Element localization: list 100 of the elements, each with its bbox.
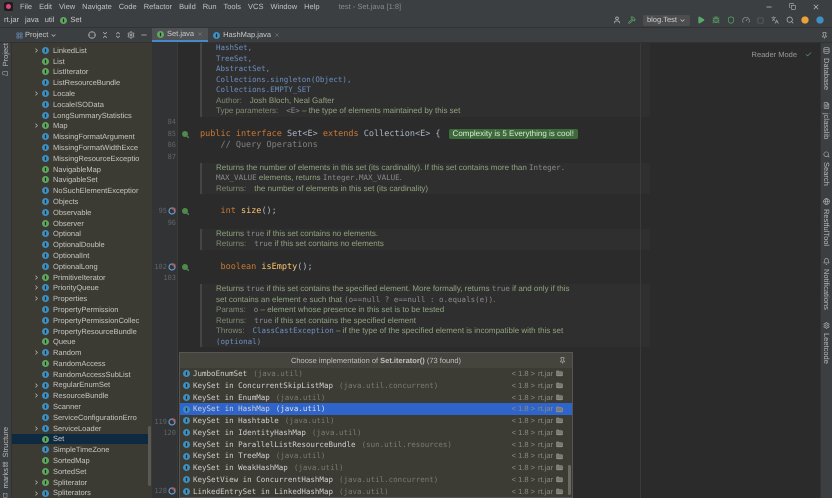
class-icon [42, 112, 49, 119]
interface-icon [42, 360, 49, 367]
class-icon [183, 476, 190, 483]
class-icon [42, 446, 49, 454]
code-line: // Query Operations [219, 139, 318, 152]
profiler-icon[interactable] [742, 16, 750, 24]
class-icon [183, 417, 190, 424]
interface-icon [42, 166, 49, 173]
library-icon [556, 417, 563, 424]
code-line: int size(); [219, 205, 277, 218]
globe-icon [823, 198, 830, 206]
grid-icon [16, 32, 23, 38]
interface-icon [42, 122, 49, 130]
bell-icon [823, 258, 830, 266]
class-icon [183, 394, 190, 401]
close-icon[interactable] [812, 2, 820, 10]
class-icon [213, 32, 220, 38]
search-icon [823, 151, 830, 158]
class-icon [42, 133, 49, 140]
class-icon [183, 370, 190, 378]
class-icon [42, 392, 49, 400]
class-icon [42, 208, 49, 216]
class-icon [42, 284, 49, 292]
interface-icon [60, 16, 68, 24]
class-icon [42, 295, 49, 302]
library-icon [556, 429, 563, 436]
library-icon [556, 452, 563, 460]
class-icon [42, 403, 49, 410]
library-icon [556, 394, 563, 401]
app-logo-icon [4, 2, 13, 11]
settings-icon[interactable] [127, 31, 135, 39]
check-icon [805, 51, 812, 58]
class-icon [42, 252, 49, 260]
run-icon[interactable] [697, 16, 705, 24]
interface-icon [42, 338, 49, 346]
bookmark-icon [2, 492, 8, 498]
search-icon[interactable] [786, 16, 794, 24]
class-icon [42, 414, 49, 421]
class-icon [42, 370, 49, 378]
library-icon [556, 382, 563, 390]
library-icon [556, 488, 563, 495]
interface-icon [42, 436, 49, 443]
class-icon [42, 262, 49, 270]
gear-icon [823, 322, 830, 330]
class-icon [183, 440, 190, 448]
debug-icon[interactable] [712, 16, 720, 24]
class-icon [42, 382, 49, 389]
document-icon [823, 102, 830, 110]
scrollbar-thumb[interactable] [148, 426, 151, 486]
class-icon [183, 488, 190, 495]
class-icon [42, 144, 49, 152]
interface-icon [42, 220, 49, 227]
class-icon [42, 90, 49, 98]
class-icon [42, 187, 49, 194]
interface-icon [42, 457, 49, 464]
code-line: public interface Set<E> extends Collection<E> { [200, 128, 441, 140]
locate-icon[interactable] [88, 31, 96, 39]
library-icon [556, 440, 563, 448]
interface-icon [42, 478, 49, 486]
class-icon [183, 464, 190, 472]
code-line: boolean isEmpty(); [219, 260, 313, 273]
pin-icon[interactable] [821, 32, 828, 38]
doc-text: Returns: the number of elements in this set (its cardinality) [200, 184, 650, 194]
interface-icon [42, 58, 49, 65]
library-icon [556, 406, 563, 413]
coverage-icon[interactable] [727, 16, 735, 24]
library-icon [556, 464, 563, 472]
class-icon [42, 100, 49, 108]
class-icon [183, 452, 190, 460]
expand-icon[interactable] [114, 31, 122, 39]
class-icon [183, 406, 190, 413]
structure-icon [2, 462, 8, 468]
class-icon [42, 46, 49, 54]
complexity-badge: Complexity is 5 Everything is cool! [448, 128, 578, 139]
caret-icon [679, 16, 686, 24]
class-icon [42, 424, 49, 432]
class-icon [42, 230, 49, 238]
class-icon [42, 490, 49, 497]
caret-icon [50, 32, 58, 38]
class-icon [42, 328, 49, 335]
class-icon [42, 306, 49, 314]
pin-icon[interactable] [559, 357, 566, 364]
interface-icon [157, 30, 164, 38]
restore-icon[interactable] [789, 3, 796, 10]
doc-text: Author: Josh Bloch, Neal Gafter [200, 96, 650, 106]
close-icon[interactable] [274, 32, 280, 38]
interface-icon [42, 176, 49, 184]
class-icon [42, 241, 49, 248]
class-icon [42, 198, 49, 206]
hammer-icon[interactable] [628, 16, 636, 24]
class-icon [183, 382, 190, 390]
translate-icon[interactable] [771, 16, 779, 24]
database-icon [823, 47, 830, 54]
class-icon [42, 316, 49, 324]
scrollbar-thumb[interactable] [568, 465, 571, 495]
interface-icon [42, 468, 49, 475]
class-icon [42, 154, 49, 162]
collapse-icon[interactable] [101, 31, 109, 39]
class-icon [42, 349, 49, 356]
user-icon[interactable] [612, 16, 621, 24]
